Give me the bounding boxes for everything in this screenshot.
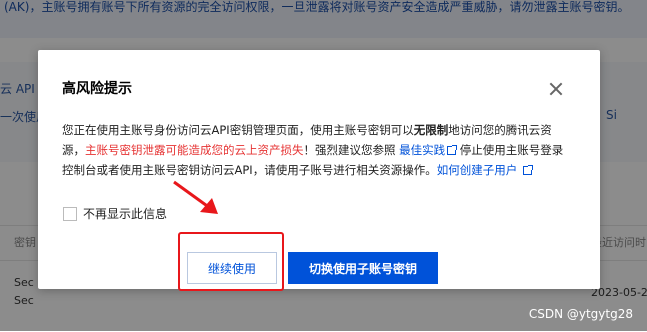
message-bold-unrestricted: 无限制 xyxy=(413,123,449,137)
message-warning-text: 主账号密钥泄露可能造成您的云上资产损失 xyxy=(85,143,304,157)
dialog-title: 高风险提示 xyxy=(62,81,132,97)
message-text-3: ！强烈建议您参照 xyxy=(303,143,400,157)
create-subuser-link[interactable]: 如何创建子用户 xyxy=(437,163,518,177)
high-risk-dialog: 高风险提示 您正在使用主账号身份访问云API密钥管理页面，使用主账号密钥可以无限… xyxy=(38,50,600,289)
csdn-watermark: CSDN @ytgytg28 xyxy=(528,307,633,321)
external-link-icon[interactable] xyxy=(522,165,533,175)
best-practice-link[interactable]: 最佳实践 xyxy=(399,143,445,157)
message-text-1: 您正在使用主账号身份访问云API密钥管理页面，使用主账号密钥可以 xyxy=(62,123,414,137)
dont-show-again-row[interactable]: 不再显示此信息 xyxy=(63,205,167,222)
annotation-arrow xyxy=(173,180,218,214)
annotation-highlight-box xyxy=(178,232,284,291)
external-link-icon[interactable] xyxy=(447,145,458,155)
dont-show-again-label[interactable]: 不再显示此信息 xyxy=(83,205,167,222)
dont-show-again-checkbox[interactable] xyxy=(63,206,77,221)
dialog-message: 您正在使用主账号身份访问云API密钥管理页面，使用主账号密钥可以无限制地访问您的… xyxy=(62,120,574,180)
close-icon[interactable] xyxy=(549,82,563,96)
switch-subaccount-key-button[interactable]: 切换使用子账号密钥 xyxy=(288,252,438,284)
